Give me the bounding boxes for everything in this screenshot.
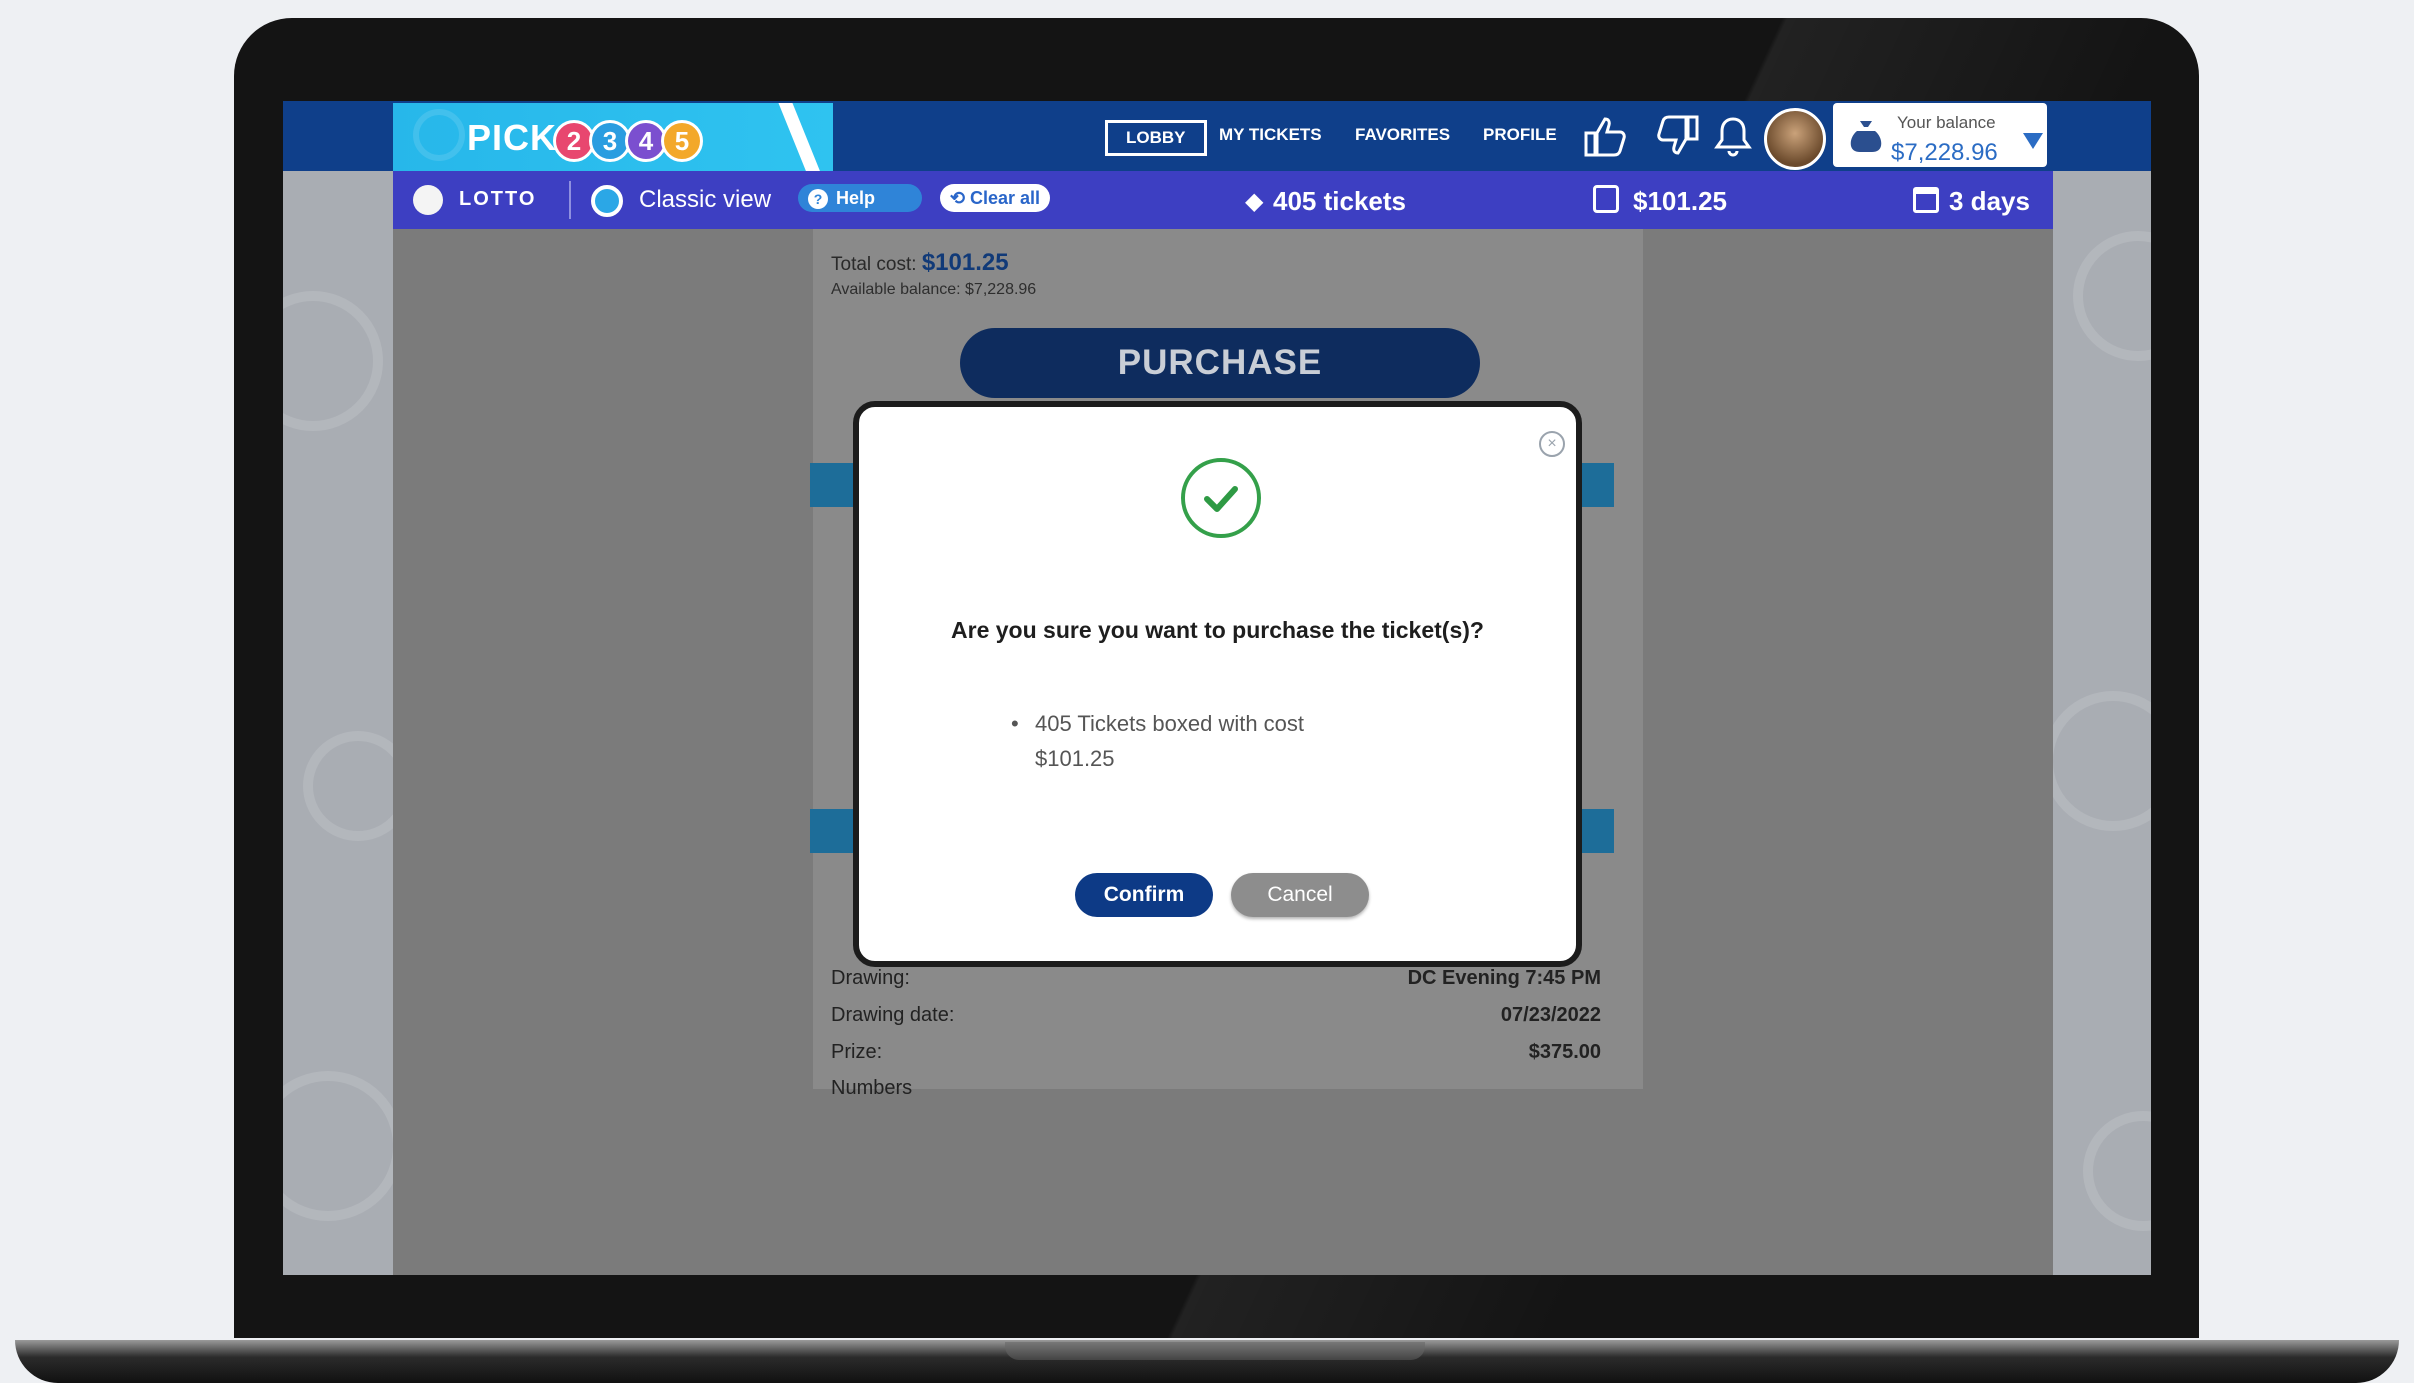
confirm-purchase-dialog: × Are you sure you want to purchase the …	[853, 401, 1582, 967]
detail-row: Numbers	[831, 1077, 913, 1097]
help-button[interactable]: ? Help	[798, 184, 922, 212]
cancel-button[interactable]: Cancel	[1231, 873, 1369, 917]
classic-view-label: Classic view	[639, 186, 772, 213]
logo-ball: 5	[661, 120, 703, 162]
checkmark-icon	[1181, 458, 1261, 538]
nav-my-tickets[interactable]: MY TICKETS	[1219, 125, 1322, 145]
background-left	[283, 171, 413, 1275]
balance-label: Your balance	[1897, 113, 1996, 132]
confirm-button[interactable]: Confirm	[1075, 873, 1213, 917]
clear-icon: ⟲	[949, 188, 971, 208]
classic-view-toggle[interactable]	[591, 185, 623, 217]
total-cost: $101.25	[1633, 186, 1727, 216]
top-navigation: PICK 2 3 4 5 LOBBY MY TICKETS FAVORITES …	[283, 101, 2151, 171]
nav-lobby[interactable]: LOBBY	[1105, 120, 1207, 156]
purchase-button[interactable]: PURCHASE	[960, 328, 1480, 398]
laptop-screen: PICK 2 3 4 5 LOBBY MY TICKETS FAVORITES …	[283, 101, 2151, 1275]
detail-row: Drawing date: 07/23/2022	[831, 1004, 1601, 1026]
detail-row: Prize: $375.00	[831, 1041, 1601, 1063]
thumbs-down-icon[interactable]	[1653, 111, 1703, 161]
chevron-down-icon[interactable]	[2023, 133, 2043, 149]
ticket-icon: ◆	[1245, 188, 1264, 215]
balance-widget[interactable]: Your balance $7,228.96	[1833, 103, 2047, 167]
available-balance: Available balance: $7,228.96	[831, 281, 1037, 298]
total-cost-line: Total cost: $101.25	[831, 249, 1009, 276]
clear-all-button[interactable]: ⟲ Clear all	[940, 184, 1050, 212]
cost-icon	[1593, 185, 1619, 213]
close-icon[interactable]: ×	[1539, 431, 1565, 457]
days-count: 3 days	[1949, 186, 2030, 216]
bell-icon[interactable]	[1708, 111, 1758, 161]
background-right	[2043, 171, 2151, 1275]
ticket-summary-bar: LOTTO Classic view ? Help ⟲ Clear all ◆ 4…	[393, 171, 2053, 232]
ticket-count: 405 tickets	[1273, 186, 1406, 216]
avatar[interactable]	[1764, 108, 1826, 170]
balance-value: $7,228.96	[1891, 139, 1998, 166]
lotto-toggle[interactable]	[413, 185, 443, 215]
calendar-icon	[1913, 187, 1939, 213]
help-icon: ?	[808, 189, 828, 210]
dialog-question: Are you sure you want to purchase the ti…	[951, 617, 1484, 643]
thumbs-up-icon[interactable]	[1580, 111, 1630, 161]
laptop-notch	[1005, 1342, 1425, 1360]
detail-row: Drawing: DC Evening 7:45 PM	[831, 967, 1601, 989]
dialog-item: 405 Tickets boxed with cost $101.25	[1011, 706, 1355, 776]
nav-favorites[interactable]: FAVORITES	[1355, 125, 1450, 145]
money-bag-icon	[1847, 117, 1885, 163]
nav-profile[interactable]: PROFILE	[1483, 125, 1557, 145]
lotto-label: LOTTO	[459, 188, 537, 210]
pick-logo[interactable]: PICK 2 3 4 5	[393, 103, 833, 171]
logo-text: PICK	[467, 117, 558, 158]
divider	[569, 181, 571, 219]
